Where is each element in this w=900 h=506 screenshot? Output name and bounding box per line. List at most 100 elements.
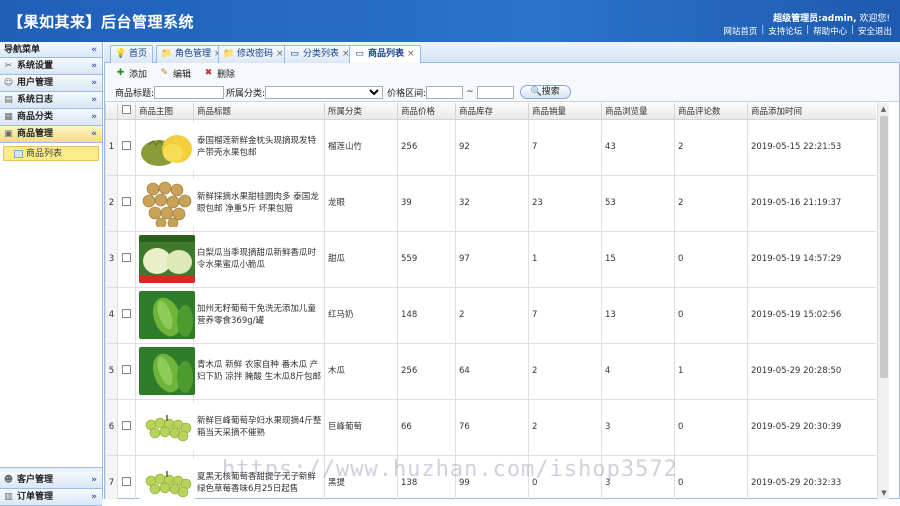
sidebar-group-orders[interactable]: ▥ 订单管理 » xyxy=(0,489,102,506)
col-header-sales[interactable]: 商品销量 xyxy=(528,103,602,120)
row-checkbox[interactable] xyxy=(117,230,136,288)
row-number: 6 xyxy=(105,398,118,456)
price-max-input[interactable] xyxy=(476,85,514,99)
row-checkbox[interactable] xyxy=(117,398,136,456)
tab-goods-list[interactable]: ▭ 商品列表 × xyxy=(349,45,421,64)
title-input[interactable] xyxy=(154,85,225,99)
app-header: 【果如其来】后台管理系统 超级管理员:admin, 欢迎您! 网站首页 | 支持论… xyxy=(0,0,900,42)
edit-label: 编辑 xyxy=(173,69,192,80)
tab-password[interactable]: 📁 修改密码 × xyxy=(218,45,290,63)
cell-sales: 7 xyxy=(528,118,602,176)
delete-button[interactable]: ✖ 删除 xyxy=(203,67,235,80)
sidebar-group-system[interactable]: ✂ 系统设置 » xyxy=(0,58,102,75)
row-number: 5 xyxy=(105,342,118,400)
row-checkbox[interactable] xyxy=(117,118,136,176)
table-row[interactable]: 1 泰国榴莲新鲜金枕头现摘现发特产带壳水果包邮 榴莲山竹 256 92 7 43 2 2019-… xyxy=(105,118,876,176)
link-forum[interactable]: 支持论坛 xyxy=(768,25,802,37)
scroll-up-icon[interactable]: ▲ xyxy=(878,103,889,115)
checkbox[interactable] xyxy=(122,140,131,150)
row-checkbox[interactable] xyxy=(117,174,136,232)
sidebar-group-label: 客户管理 xyxy=(17,475,54,485)
sidebar-group-label: 商品分类 xyxy=(17,112,54,122)
table-row[interactable]: 4 加州无籽葡萄干免洗无添加儿童营养零食369g/罐 红马奶 148 2 7 13 0 2019… xyxy=(105,286,876,344)
cell-comments: 0 xyxy=(674,398,748,456)
category-icon: ▦ xyxy=(4,112,13,122)
grid-header: 商品主图 商品标题 所属分类 商品价格 商品库存 商品销量 商品浏览量 商品评论… xyxy=(105,103,876,120)
sidebar-item-label: 商品列表 xyxy=(26,149,63,159)
collapse-icon[interactable]: « xyxy=(91,42,97,58)
table-row[interactable]: 5 青木瓜 新鲜 农家自种 番木瓜 产妇下奶 凉拌 腌酸 生木瓜8斤包邮 木瓜 256… xyxy=(105,342,876,400)
cell-price: 66 xyxy=(397,398,456,456)
expand-icon: » xyxy=(91,61,97,71)
col-header-price[interactable]: 商品价格 xyxy=(397,103,456,120)
page-icon: ▭ xyxy=(290,49,299,59)
edit-button[interactable]: ✎ 编辑 xyxy=(159,67,191,80)
row-number: 4 xyxy=(105,286,118,344)
sidebar-group-users[interactable]: ☺ 用户管理 » xyxy=(0,75,102,92)
row-checkbox[interactable] xyxy=(117,454,136,499)
col-header-image[interactable]: 商品主图 xyxy=(135,103,194,120)
checkbox[interactable] xyxy=(122,252,131,262)
cell-comments: 0 xyxy=(674,230,748,288)
price-min-input[interactable] xyxy=(426,85,464,99)
col-header-title[interactable]: 商品标题 xyxy=(193,103,325,120)
sidebar-item-goods-list[interactable]: 商品列表 xyxy=(3,146,99,161)
cell-time: 2019-05-19 14:57:29 xyxy=(747,230,876,288)
close-icon[interactable]: × xyxy=(407,49,415,59)
tab-roles[interactable]: 📁角色管理× xyxy=(156,45,228,63)
cell-views: 43 xyxy=(601,118,675,176)
table-row[interactable]: 2 新鲜採摘水果甜桂圆肉多 泰国龙眼包邮 净重5斤 坏果包赔 龙眼 39 32 23 53 2… xyxy=(105,174,876,232)
col-header-time[interactable]: 商品添加时间 xyxy=(747,103,876,120)
search-button[interactable]: 🔍搜索 xyxy=(519,85,571,99)
checkbox[interactable] xyxy=(122,420,131,430)
edit-icon: ✎ xyxy=(160,68,169,78)
sidebar-group-customers[interactable]: ☻ 客户管理 » xyxy=(0,472,102,489)
col-header-views[interactable]: 商品浏览量 xyxy=(601,103,675,120)
row-checkbox[interactable] xyxy=(117,286,136,344)
tab-category-list[interactable]: ▭ 分类列表 × xyxy=(284,45,356,63)
col-header-comments[interactable]: 商品评论数 xyxy=(674,103,748,120)
col-header-stock[interactable]: 商品库存 xyxy=(455,103,529,120)
row-checkbox[interactable] xyxy=(117,342,136,400)
checkbox[interactable] xyxy=(122,196,131,206)
cell-sales: 0 xyxy=(528,454,602,499)
add-icon: ✚ xyxy=(116,68,125,78)
add-button[interactable]: ✚ 添加 xyxy=(115,67,147,80)
link-separator: | xyxy=(851,25,854,35)
sidebar-group-logs[interactable]: ▤ 系统日志 » xyxy=(0,92,102,109)
category-select[interactable] xyxy=(265,85,384,99)
checkbox[interactable] xyxy=(122,364,131,374)
product-image xyxy=(135,342,195,400)
link-home[interactable]: 网站首页 xyxy=(723,25,757,37)
order-icon: ▥ xyxy=(4,492,13,502)
select-all-checkbox[interactable] xyxy=(117,103,136,120)
cell-sales: 1 xyxy=(528,230,602,288)
link-help[interactable]: 帮助中心 xyxy=(813,25,847,37)
cell-stock: 76 xyxy=(455,398,529,456)
vertical-scrollbar[interactable]: ▲ ▼ xyxy=(877,103,889,499)
cell-comments: 2 xyxy=(674,174,748,232)
page-icon: ▭ xyxy=(355,49,364,59)
scroll-thumb[interactable] xyxy=(880,116,888,378)
table-row[interactable]: 7 夏黑无核葡萄香甜提子无子新鲜绿色草莓香味6月25日起售 黑提 138 99 0 3 0 20… xyxy=(105,454,876,499)
search-bar: 商品标题: 所属分类: 价格区间: ~ 🔍搜索 xyxy=(105,83,899,102)
close-icon[interactable]: × xyxy=(276,49,284,59)
checkbox[interactable] xyxy=(122,476,131,486)
table-row[interactable]: 3 白梨瓜当季现摘甜瓜新鲜香瓜时令水果蜜瓜小脆瓜 甜瓜 559 97 1 15 0 2019-0… xyxy=(105,230,876,288)
table-row[interactable]: 6 新鲜巨峰葡萄孕妇水果现摘4斤整箱当天采摘不催熟 巨峰葡萄 66 76 2 3 0 2019-… xyxy=(105,398,876,456)
tab-home[interactable]: 💡 首页 xyxy=(110,45,154,63)
cell-time: 2019-05-19 15:02:56 xyxy=(747,286,876,344)
sidebar-group-goods[interactable]: ▣ 商品管理 « xyxy=(0,126,102,143)
product-image xyxy=(135,174,195,232)
sidebar-title: 导航菜单 « xyxy=(0,42,102,58)
tab-label: 首页 xyxy=(129,49,148,59)
scroll-down-icon[interactable]: ▼ xyxy=(878,487,890,499)
welcome-text: 超级管理员:admin, 欢迎您! xyxy=(773,11,890,24)
sidebar-group-category[interactable]: ▦ 商品分类 » xyxy=(0,109,102,126)
checkbox[interactable] xyxy=(122,308,131,318)
cell-price: 256 xyxy=(397,342,456,400)
cell-category: 榴莲山竹 xyxy=(324,118,398,176)
link-logout[interactable]: 安全退出 xyxy=(858,25,892,37)
col-header-category[interactable]: 所属分类 xyxy=(324,103,398,120)
product-image xyxy=(135,398,195,456)
